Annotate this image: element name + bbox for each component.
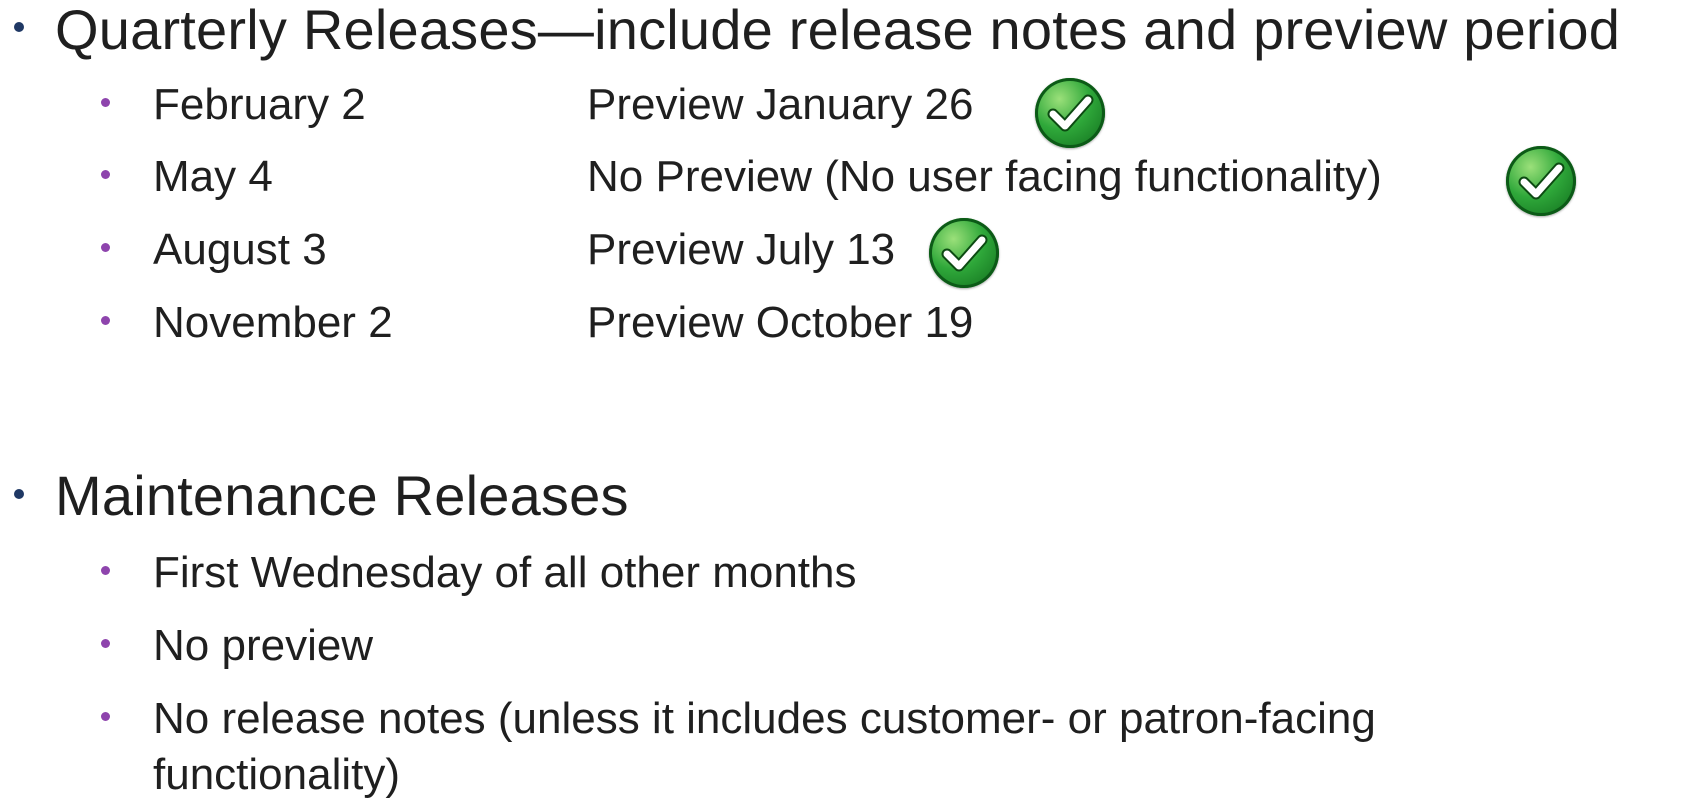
maintenance-heading: Maintenance Releases <box>55 464 629 527</box>
bullet-quarterly <box>14 22 24 32</box>
release-date-4: November 2 <box>153 298 393 347</box>
release-date-1: February 2 <box>153 80 366 129</box>
bullet-row-1 <box>101 98 110 107</box>
release-preview-3: Preview July 13 <box>587 225 896 274</box>
checkmark-icon <box>929 218 999 288</box>
release-preview-4: Preview October 19 <box>587 298 974 347</box>
maintenance-item-3-cont: functionality) <box>153 750 401 799</box>
release-preview-1: Preview January 26 <box>587 80 974 129</box>
bullet-maint-3 <box>101 712 110 721</box>
release-preview-2: No Preview (No user facing functionality… <box>587 152 1382 201</box>
bullet-row-3 <box>101 243 110 252</box>
bullet-row-2 <box>101 170 110 179</box>
bullet-maintenance <box>14 489 24 499</box>
maintenance-item-1: First Wednesday of all other months <box>153 548 857 597</box>
maintenance-item-2: No preview <box>153 621 374 670</box>
maintenance-item-3: No release notes (unless it includes cus… <box>153 694 1376 743</box>
checkmark-icon <box>1506 146 1576 216</box>
bullet-maint-1 <box>101 566 110 575</box>
bullet-row-4 <box>101 316 110 325</box>
quarterly-heading: Quarterly Releases—include release notes… <box>55 0 1621 61</box>
bullet-maint-2 <box>101 639 110 648</box>
checkmark-icon <box>1035 78 1105 148</box>
release-date-3: August 3 <box>153 225 327 274</box>
release-date-2: May 4 <box>153 152 273 201</box>
